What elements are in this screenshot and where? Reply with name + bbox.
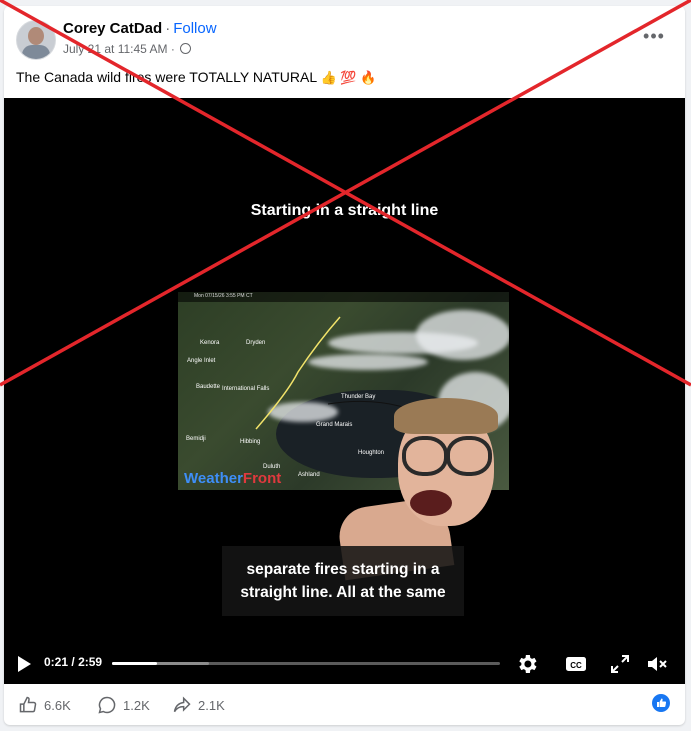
author-name[interactable]: Corey CatDad (63, 20, 162, 37)
video-player[interactable]: Starting in a straight line Mon 07/15/26… (4, 98, 685, 684)
post-text: The Canada wild fires were TOTALLY NATUR… (16, 69, 376, 86)
avatar-head (28, 27, 44, 45)
subtitle-line: separate fires starting in a (246, 561, 440, 578)
map-place: Angle Inlet (187, 358, 216, 364)
progress-bar[interactable] (112, 662, 500, 665)
comment-count: 1.2K (123, 698, 150, 713)
volume-muted-icon[interactable] (645, 652, 669, 676)
glasses-lens (402, 436, 448, 476)
post-meta: July 21 at 11:45 AM · (63, 42, 192, 56)
share-count: 2.1K (198, 698, 225, 713)
closed-captions-icon[interactable]: CC (564, 652, 588, 676)
video-top-caption: Starting in a straight line (250, 202, 439, 219)
map-place: Baudette (196, 384, 221, 390)
author-line: Corey CatDad · Follow (63, 20, 217, 37)
map-place: Bemidji (186, 436, 206, 442)
post-header: Corey CatDad · Follow July 21 at 11:45 AM … (4, 6, 685, 96)
video-subtitle: separate fires starting in a straight li… (222, 546, 464, 616)
name-separator: · (165, 20, 171, 37)
gear-icon[interactable] (515, 652, 539, 676)
post-card: Corey CatDad · Follow July 21 at 11:45 AM … (4, 6, 685, 725)
presenter-cutout (328, 398, 500, 581)
map-place: Dryden (246, 340, 266, 346)
time-separator: / (71, 655, 75, 669)
globe-icon (180, 43, 192, 54)
meta-separator: · (170, 42, 175, 56)
glasses-lens (446, 436, 492, 476)
map-place: International Falls (222, 386, 270, 392)
like-button[interactable]: 6.6K (18, 695, 71, 715)
presenter-hair (394, 398, 498, 434)
weatherfront-logo: WeatherFront (184, 470, 282, 487)
video-controls: 0:21 / 2:59 CC (4, 646, 685, 682)
fullscreen-icon[interactable] (608, 652, 632, 676)
more-options-button[interactable]: ••• (640, 24, 668, 52)
map-place: Hibbing (240, 439, 261, 445)
subtitle-line: straight line. All at the same (240, 584, 446, 601)
duration: 2:59 (78, 655, 103, 669)
progress-fill (112, 662, 158, 665)
avatar[interactable] (16, 20, 56, 60)
map-place: Kenora (200, 340, 220, 346)
share-button[interactable]: 2.1K (172, 695, 225, 715)
post-body: The Canada wild fires were TOTALLY NATUR… (16, 69, 317, 85)
play-icon[interactable] (18, 656, 31, 672)
time-display: 0:21 / 2:59 (44, 655, 102, 669)
comment-button[interactable]: 1.2K (97, 695, 150, 715)
share-icon (173, 696, 191, 713)
presenter-mouth (410, 490, 452, 516)
comment-icon (98, 696, 116, 714)
map-place: Ashland (298, 472, 320, 478)
cc-label: CC (570, 661, 582, 670)
thumbs-up-icon (19, 696, 37, 713)
like-reaction-icon[interactable] (652, 694, 670, 712)
current-time: 0:21 (44, 655, 69, 669)
like-count: 6.6K (44, 698, 71, 713)
follow-link[interactable]: Follow (173, 20, 216, 37)
post-footer: 6.6K 1.2K 2.1K (4, 686, 685, 724)
avatar-body (22, 45, 50, 59)
post-timestamp[interactable]: July 21 at 11:45 AM (63, 42, 168, 56)
post-emojis: 👍 💯 🔥 (320, 70, 377, 85)
